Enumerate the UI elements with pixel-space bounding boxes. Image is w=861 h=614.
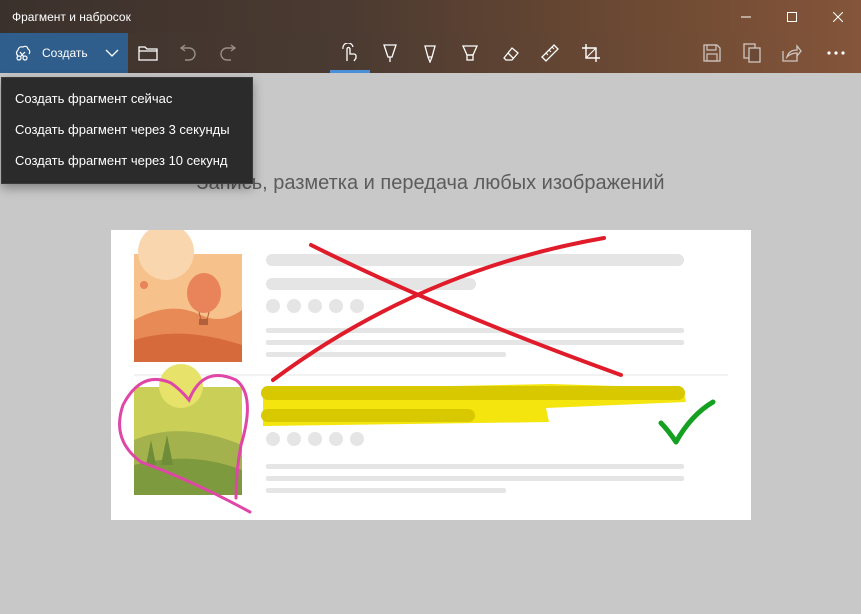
empty-state-illustration (111, 224, 751, 520)
more-button[interactable] (816, 33, 856, 73)
window-title: Фрагмент и набросок (12, 10, 131, 24)
highlighter-button[interactable] (450, 33, 490, 73)
close-button[interactable] (815, 0, 861, 33)
active-tool-indicator (330, 70, 370, 73)
save-button[interactable] (692, 33, 732, 73)
pencil-icon (424, 45, 436, 63)
share-icon (782, 44, 802, 62)
create-button[interactable]: Создать (0, 33, 96, 73)
title-bar: Фрагмент и набросок (0, 0, 861, 33)
menu-item-snip-now[interactable]: Создать фрагмент сейчас (2, 83, 252, 114)
ruler-icon (541, 44, 559, 62)
open-folder-icon (138, 46, 158, 61)
menu-item-snip-3s[interactable]: Создать фрагмент через 3 секунды (2, 114, 252, 145)
undo-button[interactable] (167, 33, 207, 73)
create-menu: Создать фрагмент сейчас Создать фрагмент… (1, 77, 253, 184)
touch-writing-icon (342, 43, 357, 62)
touch-writing-button[interactable] (330, 33, 370, 73)
toolbar: Создать (0, 33, 861, 73)
copy-button[interactable] (732, 33, 772, 73)
chevron-down-icon (105, 49, 119, 57)
pencil-button[interactable] (410, 33, 450, 73)
redo-button[interactable] (209, 33, 249, 73)
redo-icon (220, 44, 237, 61)
close-icon (833, 11, 843, 22)
eraser-button[interactable] (490, 33, 530, 73)
maximize-icon (787, 11, 797, 22)
eraser-icon (503, 47, 519, 61)
open-folder-button[interactable] (128, 33, 168, 73)
menu-item-snip-10s[interactable]: Создать фрагмент через 10 секунд (2, 145, 252, 176)
landscape-photo (134, 364, 242, 495)
share-button[interactable] (772, 33, 812, 73)
balloon-photo (134, 224, 242, 362)
create-button-label: Создать (42, 46, 88, 60)
snip-icon (14, 44, 32, 62)
minimize-icon (741, 16, 751, 17)
save-icon (703, 44, 721, 62)
crop-icon (582, 44, 600, 62)
more-icon (827, 51, 845, 55)
create-dropdown-button[interactable] (96, 33, 128, 73)
ballpoint-pen-button[interactable] (370, 33, 410, 73)
undo-icon (179, 44, 196, 61)
copy-icon (743, 43, 761, 63)
highlighter-icon (461, 45, 479, 61)
crop-button[interactable] (571, 33, 611, 73)
ballpoint-pen-icon (383, 44, 397, 62)
minimize-button[interactable] (723, 0, 769, 33)
ruler-button[interactable] (530, 33, 570, 73)
maximize-button[interactable] (769, 0, 815, 33)
